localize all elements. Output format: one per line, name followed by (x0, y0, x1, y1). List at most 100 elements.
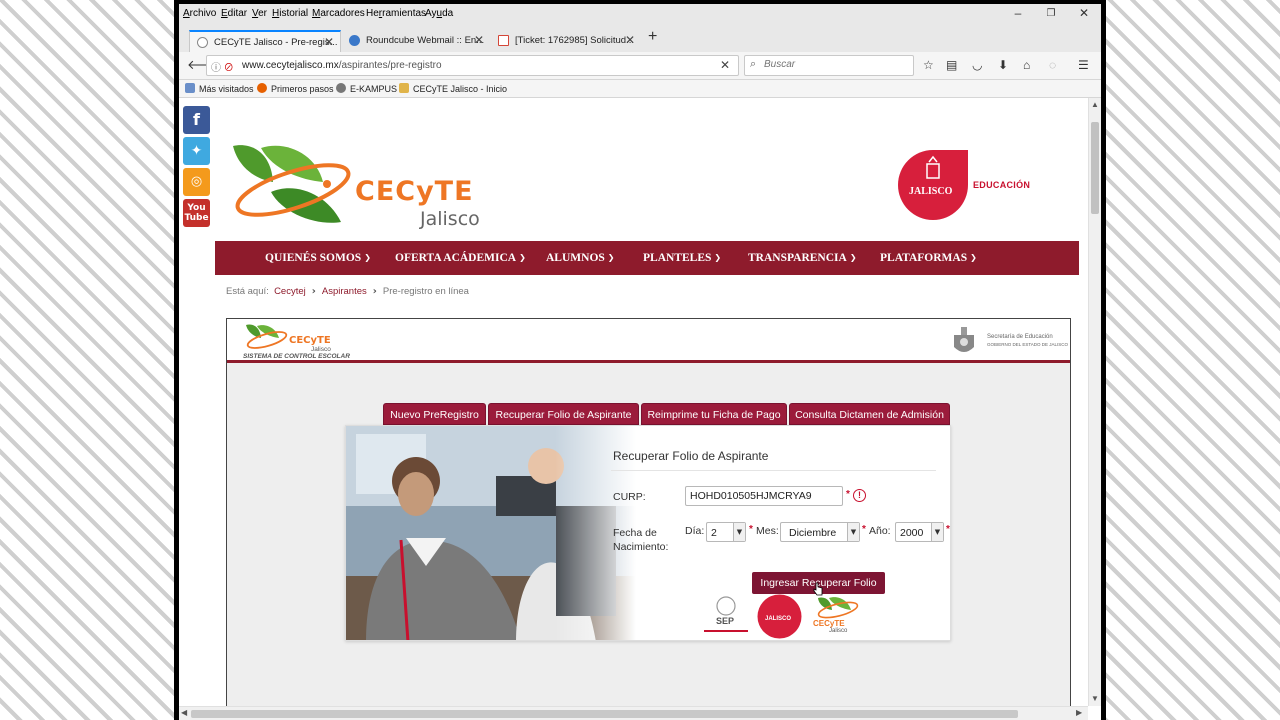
nav-alumnos[interactable]: ALUMNOS ❯ (546, 252, 614, 264)
restore-icon[interactable]: ❐ (1036, 8, 1066, 19)
chevron-right-icon: › (372, 286, 377, 297)
menu-marcadores[interactable]: Marcadores (312, 8, 365, 19)
search-bar[interactable]: ⌕ (744, 55, 914, 76)
url-text[interactable]: www.cecytejalisco.mx/aspirantes/pre-regi… (242, 60, 682, 71)
main-navigation: QUIENÉS SOMOS ❯ OFERTA ACÁDEMICA ❯ ALUMNOS… (215, 241, 1079, 275)
scroll-up-icon[interactable]: ▲ (1091, 100, 1099, 109)
bookmark-mas-visitados[interactable]: Más visitados (185, 83, 254, 94)
twitter-icon[interactable]: ✦ (183, 137, 210, 165)
jalisco-logo-icon (898, 150, 968, 220)
menu-archivo[interactable]: Archivo (183, 8, 216, 19)
facebook-icon[interactable]: f (183, 106, 210, 134)
breadcrumb-cecytej[interactable]: Cecytej (274, 286, 306, 297)
nav-plataformas[interactable]: PLATAFORMAS ❯ (880, 252, 977, 264)
chevron-down-icon: ❯ (364, 253, 371, 262)
search-input[interactable] (764, 59, 904, 70)
anio-select[interactable]: 2000 ▼ (895, 522, 944, 542)
student-photo (346, 426, 636, 640)
new-tab-icon[interactable]: + (648, 28, 657, 46)
bookmarks-toolbar: Más visitados Primeros pasos E-KAMPUS CE… (179, 80, 1101, 98)
browser-window: Archivo Editar Ver Historial Marcadores … (179, 4, 1101, 720)
required-mark: * (749, 524, 753, 535)
scroll-thumb[interactable] (191, 710, 1018, 718)
site-info-icon[interactable]: ⓘ ⊘ (211, 59, 234, 74)
cecyte-footer-word: CECyTE (813, 619, 845, 628)
vertical-scrollbar[interactable]: ▲ ▼ (1088, 98, 1101, 706)
nav-quienes-somos[interactable]: QUIENÉS SOMOS ❯ (265, 252, 371, 264)
horizontal-scrollbar[interactable]: ◀ ▶ (179, 706, 1088, 720)
globe-icon (197, 37, 208, 48)
tab-consulta-dictamen[interactable]: Consulta Dictamen de Admisión (789, 403, 950, 425)
scroll-left-icon[interactable]: ◀ (181, 708, 187, 717)
close-tab-icon[interactable]: ✕ (474, 33, 484, 47)
bookmark-primeros-pasos[interactable]: Primeros pasos (257, 83, 334, 94)
control-escolar-frame: CECyTE Jalisco SISTEMA DE CONTROL ESCOLA… (226, 318, 1071, 706)
search-icon: ⌕ (750, 58, 757, 70)
rss-icon[interactable]: ◎ (183, 168, 210, 196)
close-tab-icon[interactable]: ✕ (625, 33, 635, 47)
address-bar[interactable]: ⓘ ⊘ www.cecytejalisco.mx/aspirantes/pre-… (206, 55, 739, 76)
nav-transparencia[interactable]: TRANSPARENCIA ❯ (748, 252, 857, 264)
jalisco-round-label: JALISCO (765, 616, 792, 622)
breadcrumb-aspirantes[interactable]: Aspirantes (322, 286, 367, 297)
bookmark-star-icon[interactable]: ☆ (923, 58, 934, 72)
reading-list-icon[interactable]: ▤ (946, 58, 957, 72)
system-brand-word: CECyTE (289, 335, 331, 346)
menu-editar[interactable]: Editar (221, 8, 247, 19)
roundcube-icon (349, 35, 360, 46)
globe-icon (336, 83, 346, 93)
menu-ver[interactable]: Ver (252, 8, 267, 19)
navigation-bar: 🡐 ⓘ ⊘ www.cecytejalisco.mx/aspirantes/pr… (179, 52, 1101, 80)
scroll-right-icon[interactable]: ▶ (1076, 708, 1082, 717)
tab-ticket[interactable]: [Ticket: 1762985] Solicitud... ✕ (491, 30, 641, 52)
curp-input[interactable] (685, 486, 843, 506)
close-tab-icon[interactable]: ✕ (324, 35, 334, 49)
educacion-label: EDUCACIÓN (973, 180, 1031, 190)
system-header: CECyTE Jalisco SISTEMA DE CONTROL ESCOLA… (227, 319, 1070, 363)
pocket-icon[interactable]: ◡ (972, 58, 982, 72)
dia-select[interactable]: 2 ▼ (706, 522, 746, 542)
close-window-icon[interactable]: ✕ (1069, 6, 1099, 20)
download-icon[interactable]: ⬇ (998, 58, 1008, 72)
firefox-icon (257, 83, 267, 93)
cecyte-mini-logo-icon (246, 324, 288, 349)
menu-herramientas[interactable]: Herramientas (366, 8, 426, 19)
tab-title: CECyTE Jalisco - Pre-regis... (214, 37, 338, 48)
sync-icon[interactable]: ◌ (1049, 58, 1056, 72)
chevron-down-icon: ❯ (970, 253, 977, 262)
bookmark-cecyte-inicio[interactable]: CECyTE Jalisco - Inicio (399, 83, 507, 94)
menu-historial[interactable]: Historial (272, 8, 308, 19)
anio-label: Año: (869, 525, 891, 537)
chevron-down-icon: ❯ (519, 253, 526, 262)
tab-reimprime-ficha[interactable]: Reimprime tu Ficha de Pago (641, 403, 787, 425)
chevron-down-icon: ▼ (733, 523, 745, 541)
tab-cecyte[interactable]: CECyTE Jalisco - Pre-regis... ✕ (189, 30, 341, 52)
secretaria-educacion-label: Secretaría de Educación GOBIERNO DEL EST… (987, 334, 1069, 347)
chevron-down-icon: ❯ (607, 253, 615, 262)
chevron-down-icon: ❯ (849, 253, 857, 262)
mes-select[interactable]: Diciembre ▼ (780, 522, 860, 542)
tab-nuevo-preregistro[interactable]: Nuevo PreRegistro (383, 403, 486, 425)
youtube-icon[interactable]: You Tube (183, 199, 210, 227)
bookmark-ekampus[interactable]: E-KAMPUS (336, 83, 397, 94)
scroll-down-icon[interactable]: ▼ (1091, 694, 1099, 703)
gmail-icon (498, 35, 509, 46)
cecyte-footer-logo-icon (817, 597, 859, 619)
curp-label: CURP: (613, 491, 646, 503)
tab-recuperar-folio[interactable]: Recuperar Folio de Aspirante (488, 403, 639, 425)
nav-oferta-academica[interactable]: OFERTA ACÁDEMICA ❯ (395, 252, 526, 264)
mes-label: Mes: (756, 525, 779, 537)
menu-bar: Archivo Editar Ver Historial Marcadores … (179, 4, 1101, 26)
nav-planteles[interactable]: PLANTELES ❯ (643, 252, 721, 264)
home-icon[interactable]: ⌂ (1023, 58, 1030, 72)
tab-bar: CECyTE Jalisco - Pre-regis... ✕ Roundcub… (179, 26, 1101, 52)
scroll-thumb[interactable] (1091, 122, 1099, 214)
hamburger-menu-icon[interactable]: ☰ (1078, 58, 1089, 72)
minimize-icon[interactable]: – (1003, 6, 1033, 20)
tab-roundcube[interactable]: Roundcube Webmail :: En... ✕ (342, 30, 490, 52)
jalisco-seal-icon (954, 327, 974, 352)
clear-url-icon[interactable]: ✕ (720, 58, 730, 72)
menu-ayuda[interactable]: Ayuda (425, 8, 453, 19)
chevron-down-icon: ▼ (931, 523, 943, 541)
jalisco-logo-word: JALISCO (909, 186, 953, 197)
